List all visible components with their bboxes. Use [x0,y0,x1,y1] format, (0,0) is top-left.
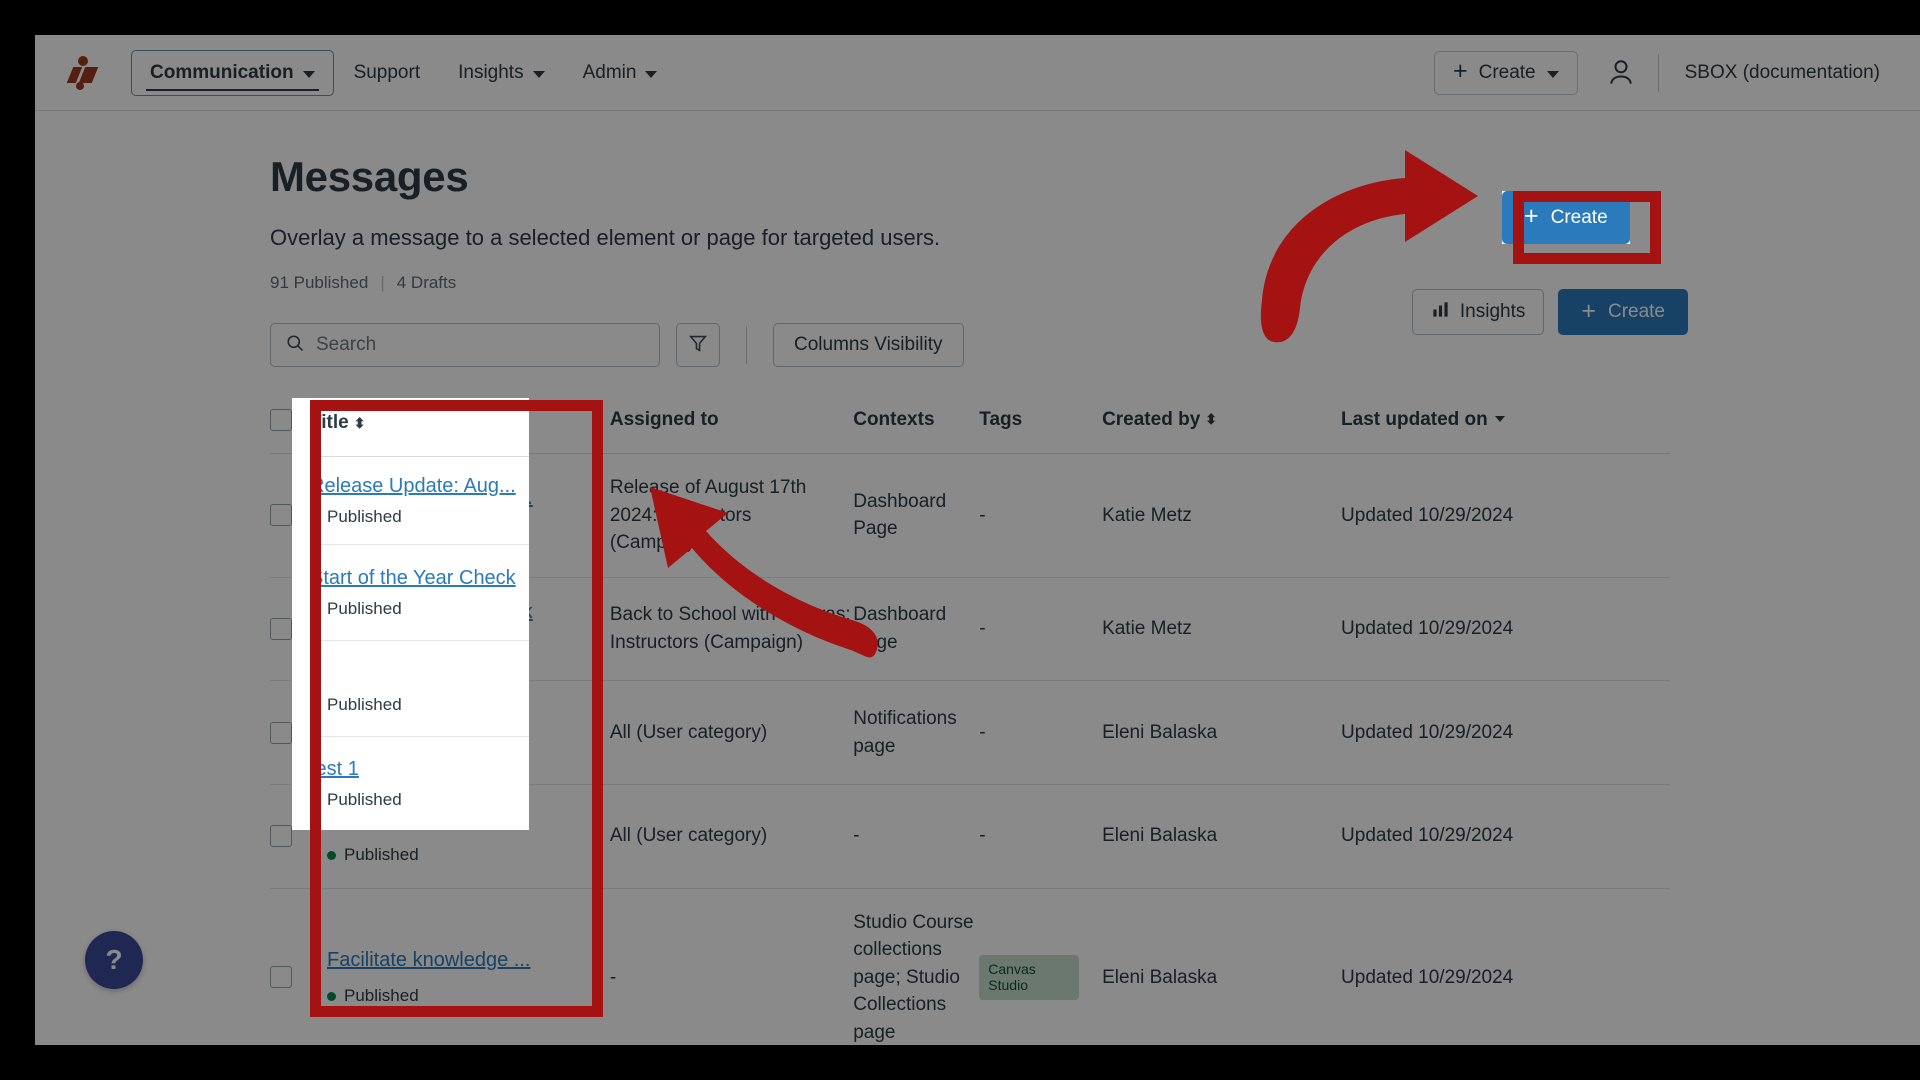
screen-root: Communication Support Insights Admin + C… [0,0,1920,1080]
th-tags[interactable]: Tags [979,395,1103,454]
nav-right-cluster: + Create SBOX (documentation) [1433,50,1920,95]
nav-tab-communication-label: Communication [150,61,294,83]
nav-tab-insights[interactable]: Insights [440,50,562,96]
create-button-label: Create [1607,301,1665,322]
page-actions: Insights + Create [1411,289,1688,335]
chevron-down-icon [302,70,315,78]
annotation-box-create-button [1513,191,1661,264]
row-updated-cell: Updated 10/29/2024 [1341,888,1670,1045]
plus-icon: + [1452,57,1468,85]
bar-chart-icon [1431,300,1450,325]
insights-button[interactable]: Insights [1411,289,1545,335]
nav-tab-admin-label: Admin [582,61,637,83]
th-last-updated-label: Last updated on [1341,409,1488,430]
row-updated-cell: Updated 10/29/2024 [1341,680,1670,785]
nav-create-button[interactable]: + Create [1433,50,1578,95]
nav-tab-communication[interactable]: Communication [131,49,334,96]
row-updated-cell: Updated 10/29/2024 [1341,453,1670,578]
row-contexts-cell: Studio Course collections page; Studio C… [853,888,980,1045]
th-created-by-label: Created by [1102,409,1201,430]
th-tags-label: Tags [979,409,1023,430]
row-created-by-cell: Eleni Balaska [1102,784,1342,889]
create-message-button[interactable]: + Create [1558,289,1688,335]
filter-icon [687,332,709,359]
row-created-by-cell: Katie Metz [1102,577,1342,682]
row-updated-cell: Updated 10/29/2024 [1341,577,1670,682]
nav-tab-admin[interactable]: Admin [565,50,676,96]
insights-label: Insights [1459,301,1526,322]
row-checkbox[interactable] [270,504,292,527]
account-name-label: SBOX (documentation) [1684,61,1880,83]
chevron-down-icon [1546,70,1559,78]
canvas-logo-icon[interactable] [66,55,99,90]
row-created-by-cell: Eleni Balaska [1102,680,1342,785]
th-created-by[interactable]: Created by ⬍ [1102,395,1342,454]
sort-icon: ⬍ [1205,411,1217,427]
select-all-checkbox[interactable] [270,409,292,431]
annotation-box-title-column [310,400,603,1017]
active-tab-underline [146,88,319,91]
chevron-down-icon [645,70,658,78]
help-button[interactable]: ? [85,931,143,989]
count-separator: | [380,273,385,292]
top-navigation-bar: Communication Support Insights Admin + C… [35,35,1920,111]
row-checkbox[interactable] [270,825,292,848]
row-contexts-cell: Dashboard Page [853,453,980,578]
th-contexts-label: Contexts [853,409,935,430]
row-created-by-cell: Katie Metz [1102,453,1342,578]
drafts-count: 4 Drafts [396,273,457,292]
row-updated-cell: Updated 10/29/2024 [1341,784,1670,889]
row-assigned-cell: - [609,888,854,1045]
row-tags-cell: - [979,784,1103,889]
sort-desc-icon [1494,416,1505,422]
row-contexts-cell: Notifications page [853,680,980,785]
th-contexts[interactable]: Contexts [853,395,980,454]
primary-nav-tabs: Communication Support Insights Admin [131,35,675,110]
columns-visibility-button[interactable]: Columns Visibility [773,323,964,367]
search-box[interactable] [270,323,660,367]
row-tags-cell: Canvas Studio [979,888,1103,1045]
th-assigned-label: Assigned to [609,409,719,430]
page-subtitle: Overlay a message to a selected element … [270,225,941,250]
row-contexts-cell: Dashboard Page [853,577,980,682]
nav-tab-support[interactable]: Support [336,50,439,96]
row-tags-cell: - [979,577,1103,682]
th-last-updated[interactable]: Last updated on [1341,395,1670,454]
plus-icon: + [1581,296,1596,325]
row-checkbox[interactable] [270,721,292,744]
row-contexts-cell: - [853,784,980,889]
columns-visibility-label: Columns Visibility [794,334,943,355]
row-tags-cell: - [979,453,1103,578]
row-checkbox[interactable] [270,966,292,989]
search-input[interactable] [316,334,645,356]
row-assigned-cell: Back to School with Canvas: Instructors … [609,577,854,682]
tag-chip: Canvas Studio [979,955,1080,1000]
row-created-by-cell: Eleni Balaska [1102,888,1342,1045]
row-assigned-cell: All (User category) [609,680,854,785]
nav-tab-support-label: Support [353,61,421,83]
published-count: 91 Published [270,273,369,292]
row-checkbox[interactable] [270,617,292,640]
row-tags-cell: - [979,680,1103,785]
nav-create-label: Create [1478,61,1536,83]
th-assigned-to[interactable]: Assigned to [609,395,854,454]
search-icon [285,333,305,358]
row-assigned-cell: All (User category) [609,784,854,889]
filter-button[interactable] [676,323,720,367]
page-title: Messages [270,153,469,200]
logo-container [35,55,131,90]
chevron-down-icon [532,70,545,78]
toolbar-divider [746,326,747,364]
nav-tab-insights-label: Insights [458,61,524,83]
nav-divider [1657,53,1659,92]
question-mark-icon: ? [105,944,123,975]
row-assigned-cell: Release of August 17th 2024: Instructors… [609,453,854,578]
user-account-icon[interactable] [1604,56,1638,90]
